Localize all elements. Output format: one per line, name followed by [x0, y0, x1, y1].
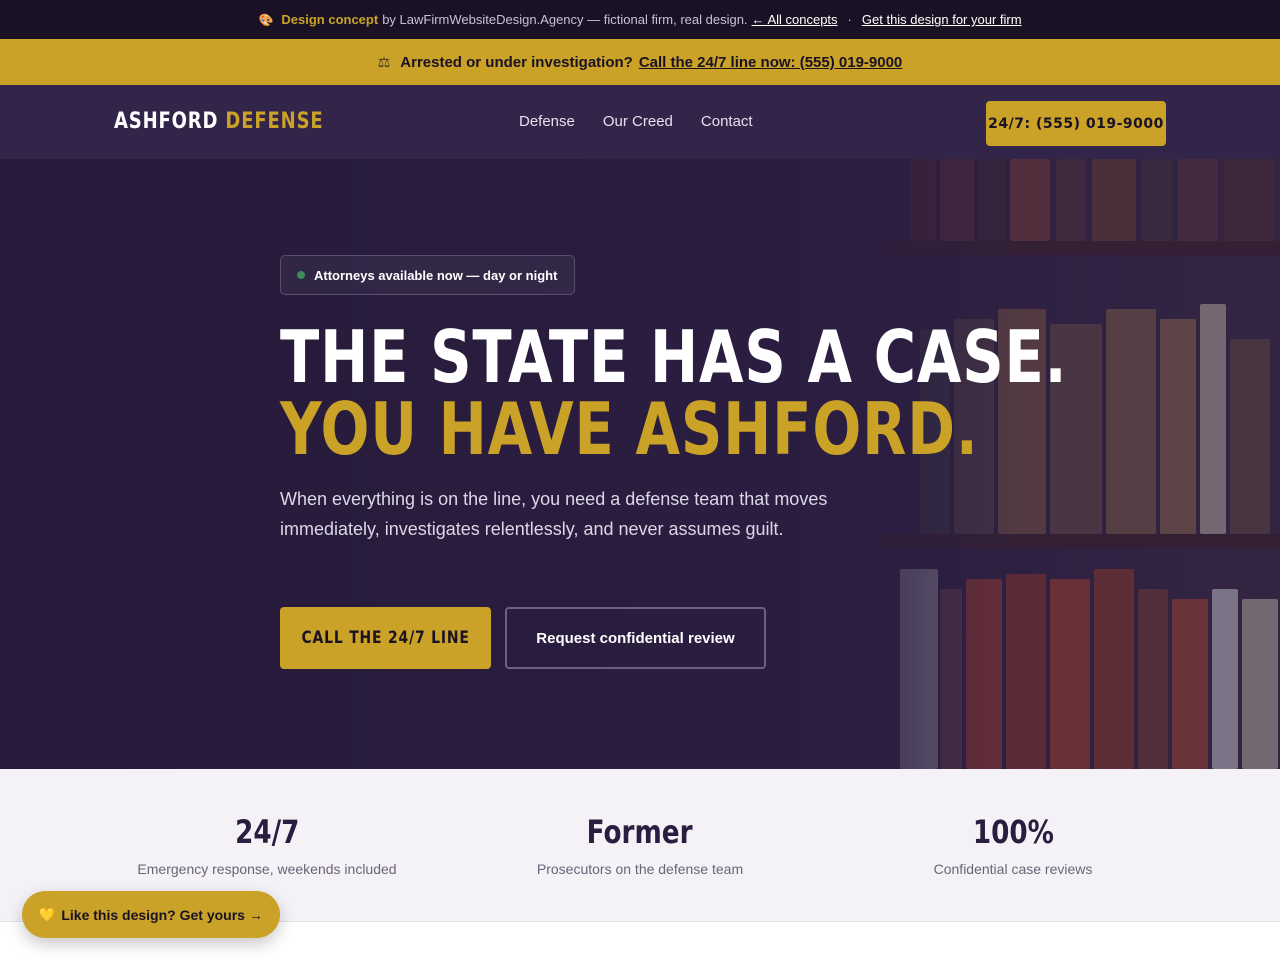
logo[interactable]: ASHFORD DEFENSE — [114, 109, 324, 134]
availability-badge: Attorneys available now — day or night — [280, 255, 575, 295]
get-design-pill-button[interactable]: 💛 Like this design? Get yours → — [22, 891, 280, 938]
stat-item: Former Prosecutors on the defense team — [470, 813, 810, 877]
concept-text: by LawFirmWebsiteDesign.Agency — fiction… — [382, 12, 748, 27]
get-design-link[interactable]: Get this design for your firm — [862, 12, 1022, 27]
stat-label: Confidential case reviews — [933, 861, 1093, 877]
stat-value: 100% — [972, 813, 1054, 851]
pill-label: Like this design? Get yours → — [61, 906, 263, 923]
call-line-link[interactable]: Call the 24/7 line now: (555) 019-9000 — [639, 54, 902, 71]
concept-highlight: Design concept — [281, 12, 379, 27]
request-review-button[interactable]: Request confidential review — [505, 607, 766, 669]
nav-item-contact[interactable]: Contact — [701, 113, 753, 130]
availability-text: Attorneys available now — day or night — [314, 267, 558, 283]
stat-label: Emergency response, weekends included — [137, 861, 397, 877]
alert-bar: ⚖ Arrested or under investigation? Call … — [0, 39, 1280, 85]
separator: · — [847, 12, 852, 27]
hero-headline: THE STATE HAS A CASE. YOU HAVE ASHFORD. — [280, 321, 1067, 465]
hero-subheading: When everything is on the line, you need… — [280, 489, 828, 539]
nav-menu: Defense Our Creed Contact — [519, 113, 753, 130]
scale-icon: ⚖ — [377, 53, 391, 70]
stat-item: 100% Confidential case reviews — [843, 813, 1183, 877]
heart-icon: 💛 — [39, 906, 56, 922]
hero-section: Attorneys available now — day or night T… — [0, 159, 1280, 769]
alert-lead: Arrested or under investigation? — [400, 53, 633, 71]
nav-phone-button[interactable]: 24/7: (555) 019-9000 — [986, 101, 1166, 146]
status-dot-icon — [297, 271, 305, 279]
concept-bar: 🎨 Design concept by LawFirmWebsiteDesign… — [0, 0, 1280, 39]
logo-primary: ASHFORD — [114, 109, 219, 134]
main-nav: ASHFORD DEFENSE Defense Our Creed Contac… — [0, 85, 1280, 159]
headline-line-2: YOU HAVE ASHFORD. — [280, 387, 979, 471]
stat-value: Former — [587, 813, 693, 851]
call-line-button-label: CALL THE 24/7 LINE — [301, 628, 470, 648]
logo-accent: DEFENSE — [225, 109, 324, 134]
all-concepts-link[interactable]: ← All concepts — [752, 12, 838, 27]
stat-label: Prosecutors on the defense team — [536, 861, 744, 877]
headline-line-1: THE STATE HAS A CASE. — [280, 315, 1068, 399]
palette-icon: 🎨 — [258, 12, 274, 27]
stat-item: 24/7 Emergency response, weekends includ… — [97, 813, 437, 877]
stat-value: 24/7 — [234, 813, 300, 851]
nav-item-our-creed[interactable]: Our Creed — [603, 113, 673, 130]
call-line-button[interactable]: CALL THE 24/7 LINE — [280, 607, 491, 669]
nav-item-defense[interactable]: Defense — [519, 113, 575, 130]
